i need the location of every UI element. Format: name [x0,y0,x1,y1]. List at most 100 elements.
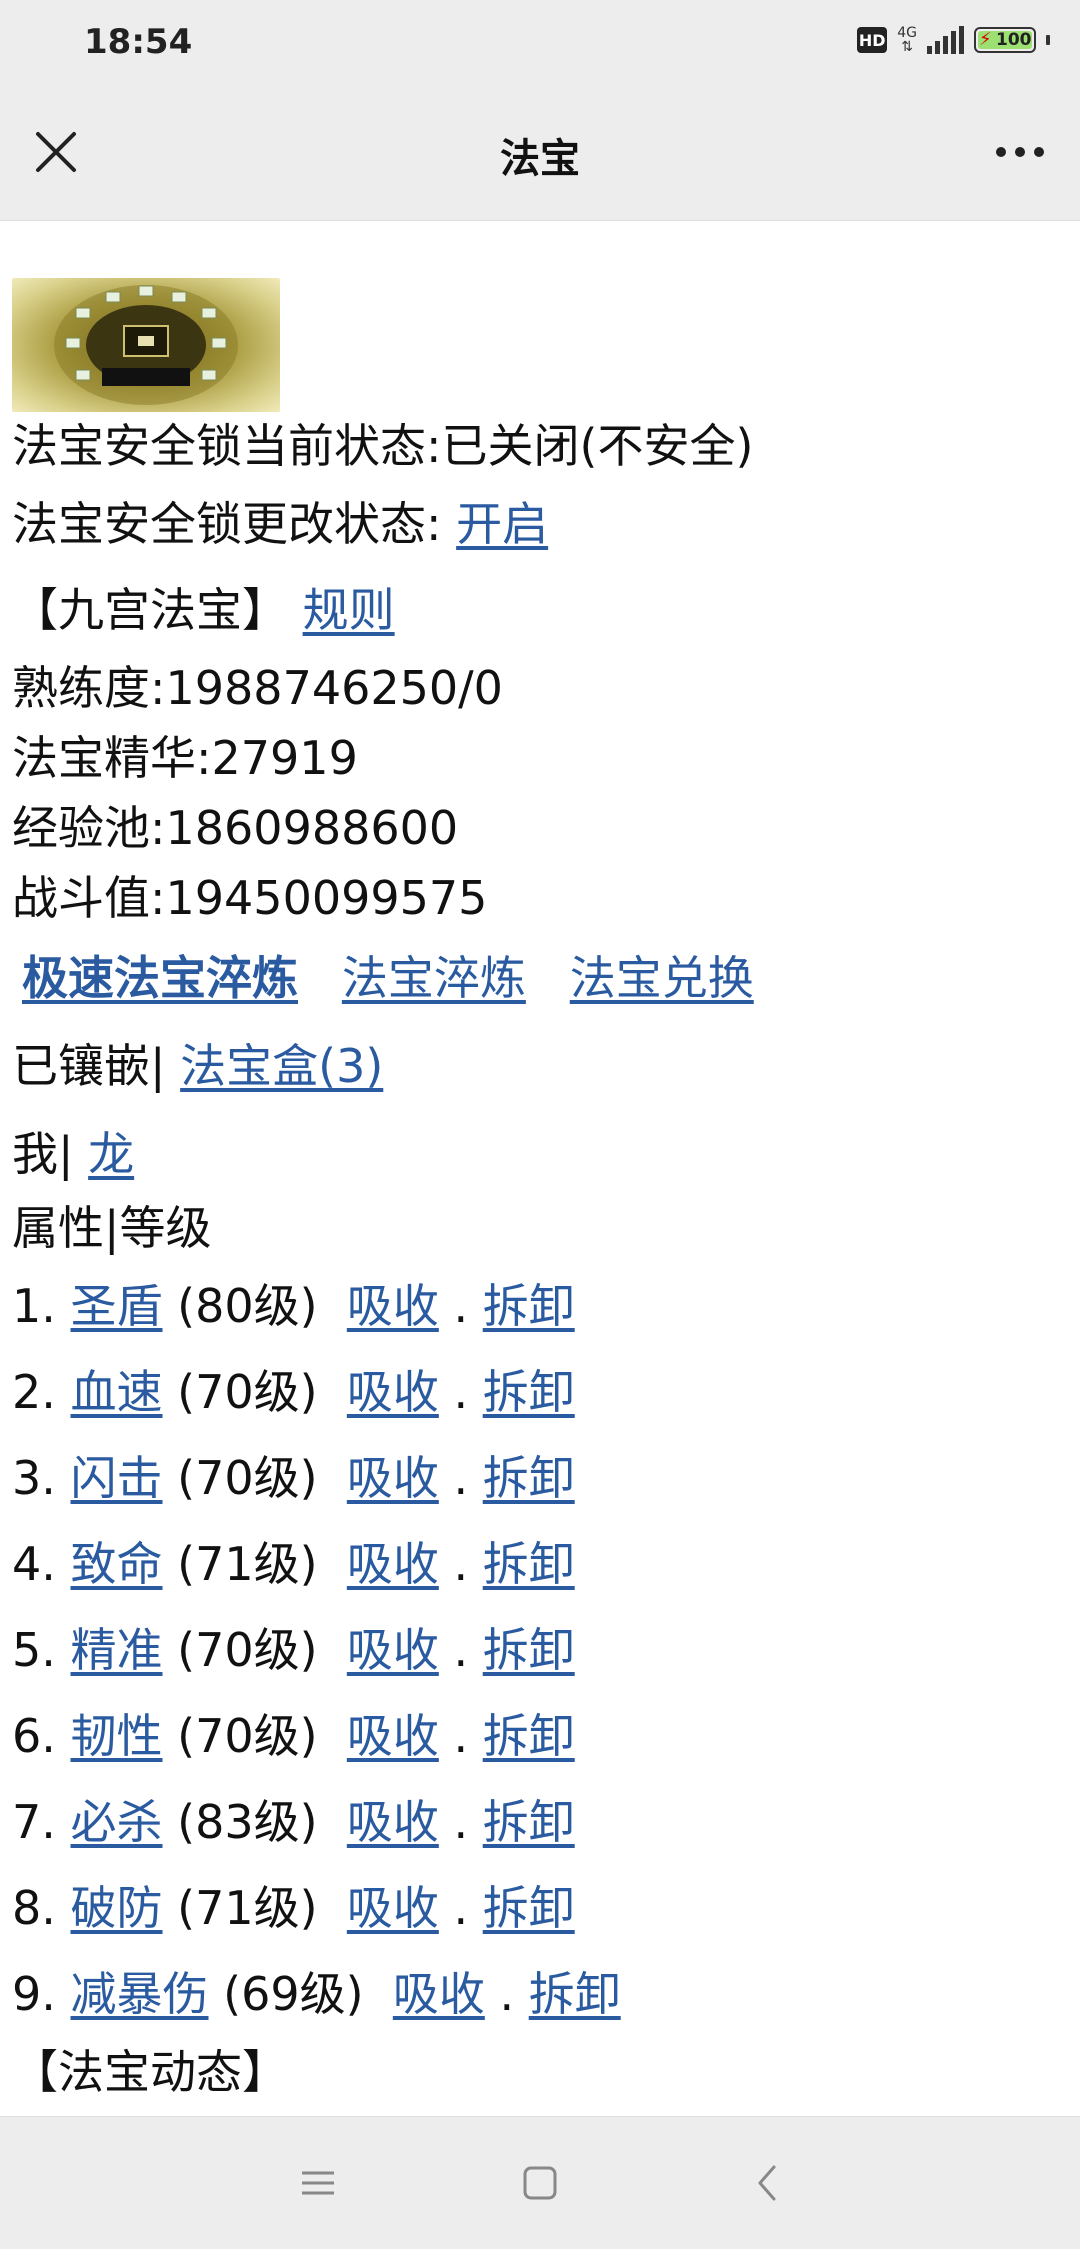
page-content: 法宝安全锁当前状态:已关闭(不安全) 法宝安全锁更改状态: 开启 【九宫法宝】 … [0,220,1080,2116]
attr-level: (70级) [177,1623,318,1677]
absorb-link[interactable]: 吸收 [347,1881,439,1935]
attribute-row: 5. 精准 (70级) 吸收 . 拆卸 [12,1622,575,1678]
attr-name-link[interactable]: 必杀 [71,1795,163,1849]
dot-separator: . [453,1795,469,1849]
attr-name-link[interactable]: 韧性 [71,1709,163,1763]
remove-link[interactable]: 拆卸 [483,1623,575,1677]
attribute-row: 2. 血速 (70级) 吸收 . 拆卸 [12,1364,575,1420]
exchange-link[interactable]: 法宝兑换 [570,951,754,1005]
attr-name-link[interactable]: 圣盾 [71,1279,163,1333]
me-label: 我| [12,1127,74,1181]
dot-separator: . [453,1623,469,1677]
back-button[interactable] [738,2153,798,2213]
action-links-row: 极速法宝淬炼 法宝淬炼 法宝兑换 [22,950,754,1006]
attr-index: 6. [12,1709,56,1763]
section-header-row: 【九宫法宝】 规则 [12,582,395,638]
battery-icon: ⚡ 100 [974,27,1036,53]
remove-link[interactable]: 拆卸 [483,1451,575,1505]
absorb-link[interactable]: 吸收 [347,1279,439,1333]
more-dot [1015,147,1025,157]
dot-separator: . [453,1881,469,1935]
absorb-link[interactable]: 吸收 [393,1967,485,2021]
network-type-icon: 4G ⇅ [897,25,917,55]
attr-level: (70级) [177,1365,318,1419]
attr-index: 4. [12,1537,56,1591]
battery-tip [1046,35,1050,45]
remove-link[interactable]: 拆卸 [483,1795,575,1849]
more-dot [1034,147,1044,157]
attr-name-link[interactable]: 致命 [71,1537,163,1591]
status-icons: HD 4G ⇅ ⚡ 100 [857,26,1050,54]
attribute-row: 4. 致命 (71级) 吸收 . 拆卸 [12,1536,575,1592]
absorb-link[interactable]: 吸收 [347,1709,439,1763]
absorb-link[interactable]: 吸收 [347,1795,439,1849]
home-button[interactable] [510,2153,570,2213]
attr-name-link[interactable]: 闪击 [71,1451,163,1505]
combat-value-text: 战斗值:19450099575 [12,871,488,925]
network-label: 4G [897,25,917,41]
attribute-row: 3. 闪击 (70级) 吸收 . 拆卸 [12,1450,575,1506]
attr-index: 7. [12,1795,56,1849]
attr-level: (70级) [177,1709,318,1763]
attr-name-link[interactable]: 精准 [71,1623,163,1677]
attr-header: 属性|等级 [12,1201,212,1255]
absorb-link[interactable]: 吸收 [347,1623,439,1677]
attr-index: 1. [12,1279,56,1333]
attr-level: (71级) [177,1537,318,1591]
owner-row: 我| 龙 [12,1126,134,1182]
lock-status: 法宝安全锁当前状态:已关闭(不安全) [12,419,754,473]
attribute-row: 8. 破防 (71级) 吸收 . 拆卸 [12,1880,575,1936]
attr-name-link[interactable]: 减暴伤 [71,1967,209,2021]
attr-index: 2. [12,1365,56,1419]
fast-refine-link[interactable]: 极速法宝淬炼 [22,951,298,1005]
status-bar: 18:54 HD 4G ⇅ ⚡ 100 [0,0,1080,88]
attribute-row: 9. 减暴伤 (69级) 吸收 . 拆卸 [12,1966,621,2022]
enable-lock-link[interactable]: 开启 [456,497,548,551]
dragon-link[interactable]: 龙 [88,1127,134,1181]
dot-separator: . [499,1967,515,2021]
attr-level: (70级) [177,1451,318,1505]
remove-link[interactable]: 拆卸 [483,1365,575,1419]
hd-icon: HD [857,27,888,53]
page-title: 法宝 [500,136,580,182]
lock-change-row: 法宝安全锁更改状态: 开启 [12,496,548,552]
attr-index: 9. [12,1967,56,2021]
remove-link[interactable]: 拆卸 [529,1967,621,2021]
fabao-box-link[interactable]: 法宝盒(3) [180,1039,383,1093]
attr-level: (71级) [177,1881,318,1935]
lock-change-label: 法宝安全锁更改状态: [12,497,457,551]
dot-separator: . [453,1279,469,1333]
more-icon [996,147,1006,157]
absorb-link[interactable]: 吸收 [347,1451,439,1505]
attr-index: 8. [12,1881,56,1935]
remove-link[interactable]: 拆卸 [483,1881,575,1935]
attr-name-link[interactable]: 血速 [71,1365,163,1419]
attr-level: (83级) [177,1795,318,1849]
proficiency-text: 熟练度:1988746250/0 [12,661,503,715]
remove-link[interactable]: 拆卸 [483,1537,575,1591]
fabao-banner-image [12,278,280,412]
system-nav-bar [0,2116,1080,2249]
dot-separator: . [453,1365,469,1419]
refine-link[interactable]: 法宝淬炼 [342,951,526,1005]
absorb-link[interactable]: 吸收 [347,1365,439,1419]
inlaid-label: 已镶嵌| [12,1039,166,1093]
attr-name-link[interactable]: 破防 [71,1881,163,1935]
remove-link[interactable]: 拆卸 [483,1709,575,1763]
section-title: 【九宫法宝】 [12,583,288,637]
battery-level: 100 [996,30,1032,50]
exp-pool-text: 经验池:1860988600 [12,801,459,855]
attr-index: 3. [12,1451,56,1505]
dot-separator: . [453,1537,469,1591]
remove-link[interactable]: 拆卸 [483,1279,575,1333]
menu-button[interactable] [288,2153,348,2213]
attribute-row: 7. 必杀 (83级) 吸收 . 拆卸 [12,1794,575,1850]
rules-link[interactable]: 规则 [303,583,395,637]
absorb-link[interactable]: 吸收 [347,1537,439,1591]
menu-icon [302,2171,334,2195]
essence-text: 法宝精华:27919 [12,731,358,785]
inlaid-row: 已镶嵌| 法宝盒(3) [12,1038,383,1094]
more-button[interactable] [990,136,1050,168]
attr-index: 5. [12,1623,56,1677]
attr-level: (69级) [223,1967,364,2021]
